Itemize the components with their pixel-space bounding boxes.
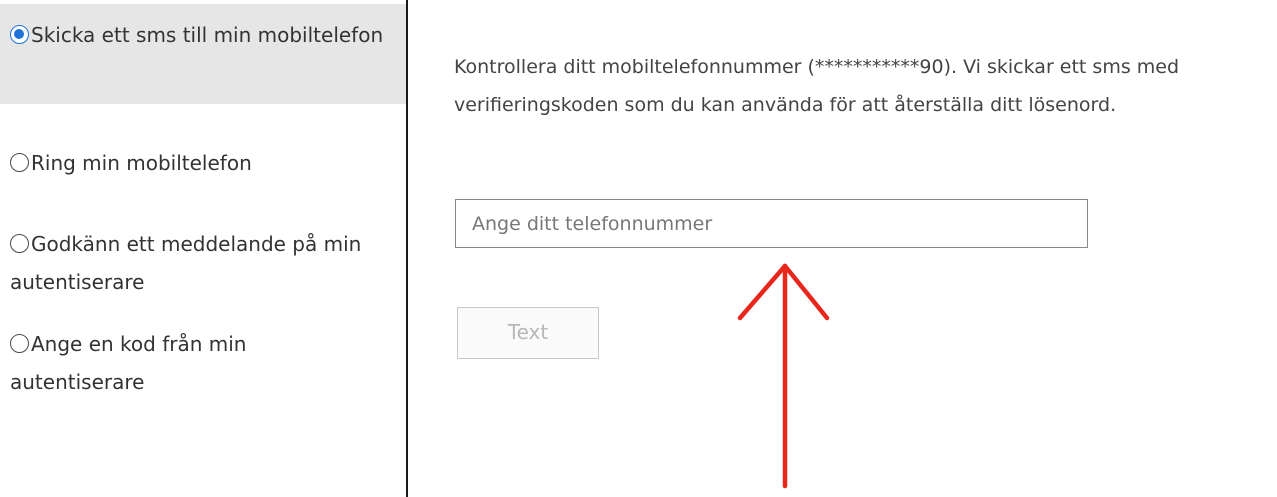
- option-code-label: Ange en kod från min autentiserare: [10, 332, 247, 394]
- radio-checked-icon[interactable]: [10, 25, 29, 44]
- verification-method-list: Skicka ett sms till min mobiltelefon Rin…: [0, 0, 406, 497]
- option-call-label: Ring min mobiltelefon: [31, 151, 252, 175]
- option-call[interactable]: Ring min mobiltelefon: [0, 144, 406, 182]
- radio-unchecked-icon[interactable]: [10, 334, 29, 353]
- send-text-button[interactable]: Text: [457, 307, 599, 359]
- vertical-divider: [406, 0, 408, 497]
- option-enter-code[interactable]: Ange en kod från min autentiserare: [0, 325, 320, 401]
- option-approve-label: Godkänn ett meddelande på min autentiser…: [10, 232, 362, 294]
- option-sms-label: Skicka ett sms till min mobiltelefon: [31, 23, 384, 47]
- radio-unchecked-icon[interactable]: [10, 153, 29, 172]
- option-sms[interactable]: Skicka ett sms till min mobiltelefon: [0, 4, 406, 104]
- radio-unchecked-icon[interactable]: [10, 234, 29, 253]
- phone-number-input[interactable]: [455, 199, 1088, 248]
- red-arrow-up-icon: [737, 263, 830, 489]
- instruction-text: Kontrollera ditt mobiltelefonnummer (***…: [454, 56, 1180, 116]
- option-approve-notification[interactable]: Godkänn ett meddelande på min autentiser…: [0, 225, 380, 301]
